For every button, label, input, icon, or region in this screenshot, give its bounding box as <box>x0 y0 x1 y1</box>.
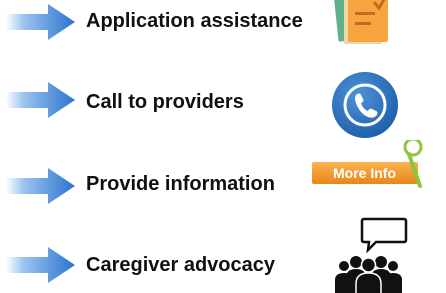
service-row-provide-information: Provide information More Info <box>0 140 446 212</box>
service-row-caregiver-advocacy: Caregiver advocacy <box>0 217 446 293</box>
service-label: Call to providers <box>86 91 244 113</box>
documents-icon <box>333 0 388 44</box>
arrow-right-icon <box>6 168 75 204</box>
services-list: Application assistance Call to providers <box>0 0 446 293</box>
arrow-right-icon <box>6 82 75 118</box>
more-info-icon: More Info <box>312 140 423 188</box>
service-row-application-assistance: Application assistance <box>0 0 446 60</box>
service-label: Application assistance <box>86 10 303 32</box>
service-label: Caregiver advocacy <box>86 254 276 276</box>
arrow-right-icon <box>6 247 75 283</box>
service-label: Provide information <box>86 173 275 195</box>
arrow-right-icon <box>6 4 75 40</box>
advocacy-people-icon <box>335 217 408 293</box>
service-row-call-to-providers: Call to providers <box>0 71 446 138</box>
more-info-label: More Info <box>333 165 396 181</box>
phone-icon <box>332 72 398 138</box>
